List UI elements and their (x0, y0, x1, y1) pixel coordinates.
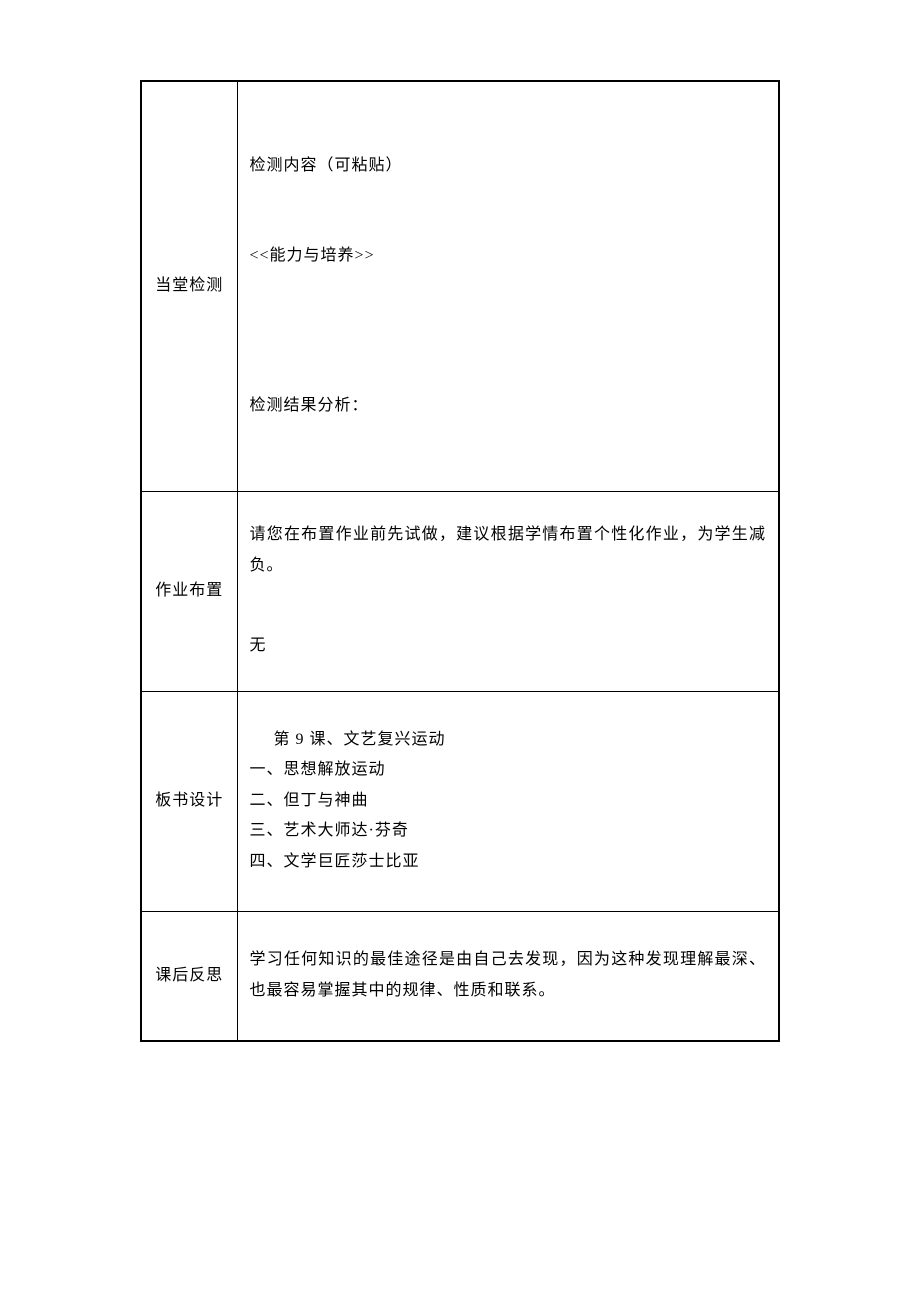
table-row: 板书设计 第 9 课、文艺复兴运动 一、思想解放运动 二、但丁与神曲 三、艺术大… (141, 691, 779, 911)
table-row: 课后反思 学习任何知识的最佳途径是由自己去发现，因为这种发现理解最深、也最容易掌… (141, 911, 779, 1041)
row-label-homework: 作业布置 (141, 491, 237, 691)
table-row: 当堂检测 检测内容（可粘贴） <<能力与培养>> 检测结果分析： (141, 81, 779, 491)
row-label-inclass-test: 当堂检测 (141, 81, 237, 491)
homework-value: 无 (250, 631, 767, 661)
test-result-heading: 检测结果分析： (250, 391, 767, 421)
row-content-inclass-test: 检测内容（可粘贴） <<能力与培养>> 检测结果分析： (237, 81, 779, 491)
homework-instruction: 请您在布置作业前先试做，建议根据学情布置个性化作业，为学生减负。 (250, 520, 767, 581)
board-item-4: 四、文学巨匠莎士比亚 (250, 847, 767, 877)
board-item-2: 二、但丁与神曲 (250, 786, 767, 816)
row-content-homework: 请您在布置作业前先试做，建议根据学情布置个性化作业，为学生减负。 无 (237, 491, 779, 691)
test-content-book: <<能力与培养>> (250, 241, 767, 271)
row-content-board-design: 第 9 课、文艺复兴运动 一、思想解放运动 二、但丁与神曲 三、艺术大师达·芬奇… (237, 691, 779, 911)
board-item-1: 一、思想解放运动 (250, 755, 767, 785)
lesson-plan-table: 当堂检测 检测内容（可粘贴） <<能力与培养>> 检测结果分析： 作业布置 请您… (140, 80, 780, 1042)
board-item-3: 三、艺术大师达·芬奇 (250, 816, 767, 846)
row-label-reflection: 课后反思 (141, 911, 237, 1041)
board-title: 第 9 课、文艺复兴运动 (250, 725, 767, 755)
table-row: 作业布置 请您在布置作业前先试做，建议根据学情布置个性化作业，为学生减负。 无 (141, 491, 779, 691)
row-label-board-design: 板书设计 (141, 691, 237, 911)
row-content-reflection: 学习任何知识的最佳途径是由自己去发现，因为这种发现理解最深、也最容易掌握其中的规… (237, 911, 779, 1041)
test-content-heading: 检测内容（可粘贴） (250, 151, 767, 181)
